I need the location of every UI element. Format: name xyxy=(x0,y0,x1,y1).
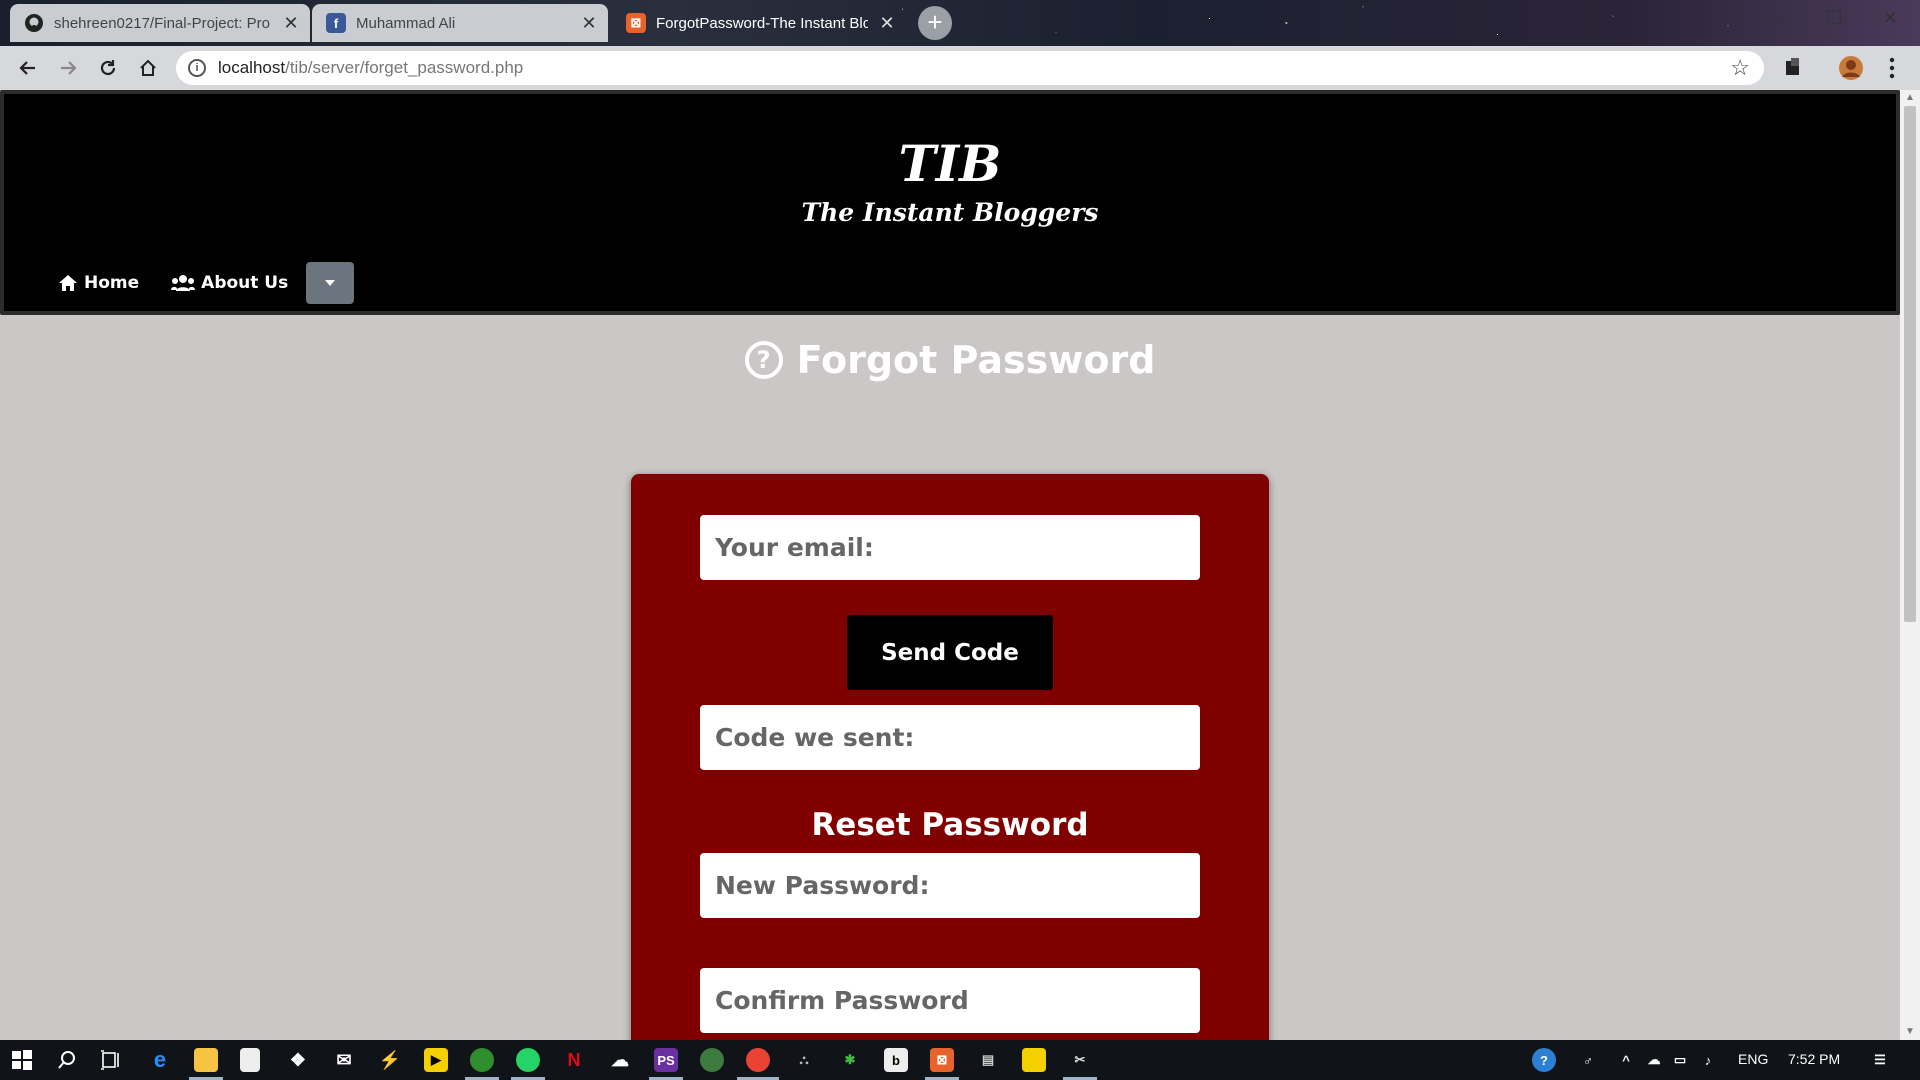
xampp-taskbar-icon[interactable]: ⊠ xyxy=(930,1048,954,1072)
network-tool-icon[interactable]: ⛬ xyxy=(792,1048,816,1072)
new-password-field[interactable] xyxy=(715,871,1185,900)
code-field-wrapper xyxy=(700,705,1200,770)
phpstorm-icon[interactable]: PS xyxy=(654,1048,678,1072)
email-field[interactable] xyxy=(715,533,1185,562)
new-tab-button[interactable]: + xyxy=(918,6,952,40)
clock[interactable]: 7:52 PM xyxy=(1788,1051,1840,1067)
store-icon[interactable] xyxy=(240,1048,260,1072)
back-icon[interactable] xyxy=(14,54,42,82)
address-bar[interactable]: i localhost/tib/server/forget_password.p… xyxy=(176,51,1764,85)
nav-home[interactable]: Home xyxy=(58,273,139,293)
caret-down-icon xyxy=(325,280,336,286)
scroll-down-icon[interactable]: ▼ xyxy=(1904,1026,1916,1038)
reload-icon[interactable] xyxy=(94,54,122,82)
edge-browser-icon[interactable]: e xyxy=(148,1047,172,1072)
search-icon[interactable] xyxy=(55,1048,79,1072)
sticky-notes-icon[interactable] xyxy=(1022,1048,1046,1072)
bing-icon[interactable]: b xyxy=(884,1048,908,1072)
restore-icon[interactable]: ❐ xyxy=(1806,0,1862,36)
netflix-icon[interactable]: N xyxy=(562,1048,586,1072)
reset-password-heading: Reset Password xyxy=(811,807,1089,843)
soundcloud-icon[interactable]: ☁ xyxy=(608,1048,632,1072)
windows-taskbar: e ❖ ✉ ⚡ ▶ N ☁ PS ⛬ ✱ b ⊠ ▤ ✂ ? ♂ ^ ☁ ▭ ♪… xyxy=(0,1040,1920,1080)
xampp-icon: ⊠ xyxy=(626,13,646,33)
minimize-icon[interactable]: ─ xyxy=(1750,0,1806,36)
forgot-password-form-card: Send Code Reset Password xyxy=(631,474,1269,1040)
tab-title: ForgotPassword-The Instant Blo xyxy=(656,14,868,32)
tab-close-icon[interactable]: ✕ xyxy=(580,13,598,34)
site-info-icon[interactable]: i xyxy=(188,59,206,77)
camtasia-icon[interactable] xyxy=(470,1048,494,1072)
verification-code-field[interactable] xyxy=(715,723,1185,752)
home-icon xyxy=(59,275,77,291)
site-logo[interactable]: TIB xyxy=(4,134,1896,193)
browser-toolbar: i localhost/tib/server/forget_password.p… xyxy=(0,46,1920,90)
action-center-icon[interactable]: ☰ xyxy=(1868,1048,1892,1072)
email-field-wrapper xyxy=(700,515,1200,580)
media-player-icon[interactable]: ▶ xyxy=(424,1048,448,1072)
window-close-icon[interactable]: ✕ xyxy=(1862,0,1918,36)
tab-close-icon[interactable]: ✕ xyxy=(878,13,896,34)
browser-tab-forgot-password[interactable]: ⊠ ForgotPassword-The Instant Blo ✕ xyxy=(612,4,906,42)
nav-about-us-label: About Us xyxy=(201,273,289,293)
database-icon[interactable]: ▤ xyxy=(976,1048,1000,1072)
browser-menu-icon[interactable] xyxy=(1888,56,1896,85)
browser-tab-github[interactable]: shehreen0217/Final-Project: Pro ✕ xyxy=(10,4,310,42)
confirm-password-field[interactable] xyxy=(715,986,1185,1015)
users-icon xyxy=(171,275,196,291)
task-view-icon[interactable] xyxy=(99,1048,123,1072)
tab-title: shehreen0217/Final-Project: Pro xyxy=(54,14,270,32)
confirm-password-field-wrapper xyxy=(700,968,1200,1033)
main-nav: Home About Us xyxy=(58,262,355,304)
nav-home-label: Home xyxy=(84,273,140,293)
dropbox-icon[interactable]: ❖ xyxy=(286,1048,310,1072)
scrollbar-thumb[interactable] xyxy=(1904,106,1916,622)
page-title-text: Forgot Password xyxy=(796,338,1156,382)
people-icon[interactable]: ♂ xyxy=(1576,1048,1600,1072)
chrome-icon[interactable] xyxy=(746,1048,770,1072)
windows-start-icon[interactable] xyxy=(10,1048,34,1072)
nav-dropdown-button[interactable] xyxy=(306,262,355,304)
browser-titlebar: shehreen0217/Final-Project: Pro ✕ f Muha… xyxy=(0,0,1920,46)
file-explorer-icon[interactable] xyxy=(194,1048,218,1072)
forward-icon[interactable] xyxy=(54,54,82,82)
url-text: localhost/tib/server/forget_password.php xyxy=(218,58,524,77)
snipping-tool-icon[interactable]: ✂ xyxy=(1068,1048,1092,1072)
mail-icon[interactable]: ✉ xyxy=(332,1048,356,1072)
xls-tool-icon[interactable]: ✱ xyxy=(838,1048,862,1072)
android-studio-icon[interactable] xyxy=(700,1048,724,1072)
send-code-button[interactable]: Send Code xyxy=(847,615,1053,690)
site-tagline: The Instant Bloggers xyxy=(801,198,1099,227)
tray-expand-icon[interactable]: ^ xyxy=(1614,1048,1638,1072)
new-password-field-wrapper xyxy=(700,853,1200,918)
volume-icon[interactable]: ♪ xyxy=(1696,1048,1720,1072)
page-scrollbar[interactable]: ▲ ▼ xyxy=(1900,90,1920,1040)
scroll-up-icon[interactable]: ▲ xyxy=(1904,92,1916,104)
language-indicator[interactable]: ENG xyxy=(1738,1051,1768,1067)
extension-icon[interactable] xyxy=(1782,55,1806,84)
bookmark-star-icon[interactable]: ☆ xyxy=(1730,57,1750,79)
help-icon[interactable]: ? xyxy=(1532,1048,1556,1072)
site-header: TIB The Instant Bloggers Home About Us xyxy=(0,90,1900,315)
battery-icon[interactable]: ▭ xyxy=(1668,1048,1692,1072)
question-circle-icon: ? xyxy=(744,341,783,379)
facebook-icon: f xyxy=(326,13,346,33)
home-icon[interactable] xyxy=(134,54,162,82)
page-title: ? Forgot Password xyxy=(0,338,1900,382)
browser-tab-facebook[interactable]: f Muhammad Ali ✕ xyxy=(312,4,608,42)
onedrive-icon[interactable]: ☁ xyxy=(1642,1048,1666,1072)
visual-studio-code-icon[interactable]: ⚡ xyxy=(378,1048,402,1072)
nav-about-us[interactable]: About Us xyxy=(171,273,288,293)
whatsapp-icon[interactable] xyxy=(516,1048,540,1072)
tab-title: Muhammad Ali xyxy=(356,14,456,32)
page-viewport: TIB The Instant Bloggers Home About Us ?… xyxy=(0,90,1900,1040)
tab-close-icon[interactable]: ✕ xyxy=(282,13,300,34)
profile-avatar[interactable] xyxy=(1838,55,1864,86)
github-icon xyxy=(24,13,44,33)
